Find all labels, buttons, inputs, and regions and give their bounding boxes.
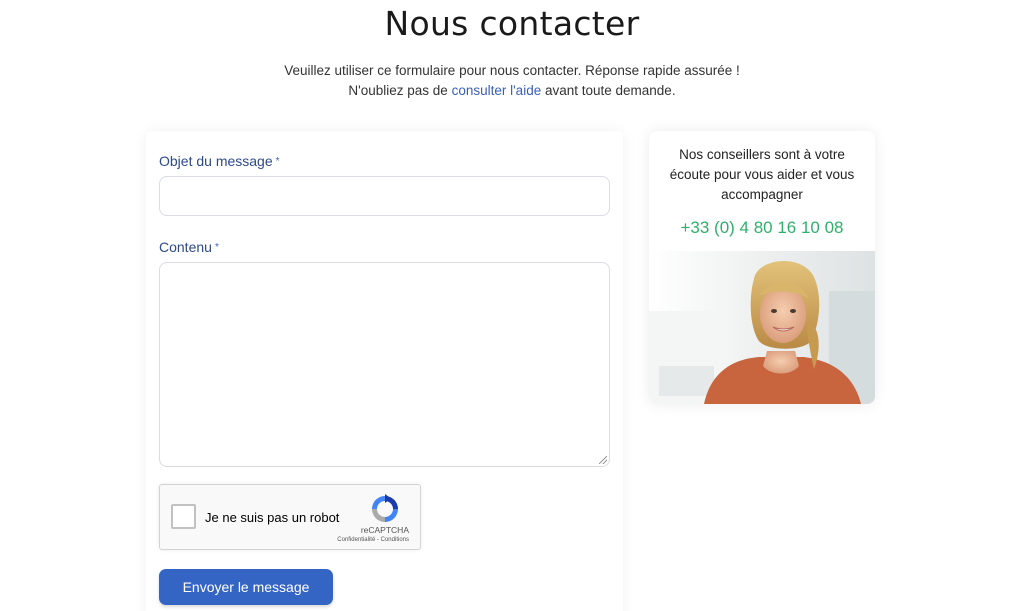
required-marker: * [214,242,219,253]
required-marker: * [275,156,280,167]
resize-handle[interactable] [599,456,607,464]
recaptcha-brand: reCAPTCHA [360,525,409,535]
subject-label-text: Objet du message [159,153,273,169]
advisor-phone[interactable]: +33 (0) 4 80 16 10 08 [649,218,875,238]
content-label-text: Contenu [159,239,212,255]
subject-input[interactable] [159,176,610,216]
page-title: Nous contacter [384,4,640,43]
content-label: Contenu * [159,239,219,255]
recaptcha-widget: Je ne suis pas un robot reCAPTCHA Confid… [159,484,421,550]
advisor-text: Nos conseillers sont à votre écoute pour… [669,147,855,202]
intro-line-2-after: avant toute demande. [541,83,676,98]
intro-line-2: N'oubliez pas de consulter l'aide avant … [0,81,1024,101]
recaptcha-label: Je ne suis pas un robot [205,510,340,525]
intro-text: Veuillez utiliser ce formulaire pour nou… [0,61,1024,101]
intro-line-2-before: N'oubliez pas de [348,83,452,98]
recaptcha-checkbox[interactable] [171,504,196,529]
subject-label: Objet du message * [159,153,280,169]
advisor-photo [649,251,875,404]
submit-button[interactable]: Envoyer le message [159,569,333,605]
contact-form: Objet du message * Contenu * Je ne suis pa… [146,131,623,611]
help-link[interactable]: consulter l'aide [452,83,542,98]
advisor-card: Nos conseillers sont à votre écoute pour… [649,131,875,404]
recaptcha-logo-icon [372,494,398,522]
recaptcha-terms-link[interactable]: Confidentialité - Conditions [337,537,409,543]
intro-line-1: Veuillez utiliser ce formulaire pour nou… [284,63,740,78]
content-textarea[interactable] [159,262,610,467]
